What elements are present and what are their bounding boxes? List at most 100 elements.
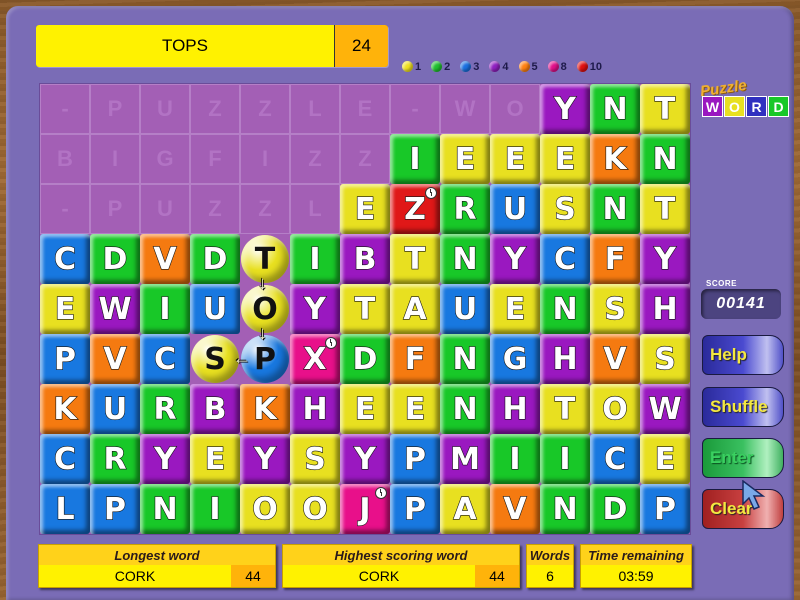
letter-tile[interactable]: S bbox=[640, 334, 690, 384]
letter-tile[interactable]: J bbox=[340, 484, 390, 534]
letter-tile[interactable]: N bbox=[640, 134, 690, 184]
letter-tile[interactable]: U bbox=[90, 384, 140, 434]
letter-tile[interactable]: E bbox=[190, 434, 240, 484]
letter-tile[interactable]: H bbox=[540, 334, 590, 384]
letter-tile[interactable]: I bbox=[540, 434, 590, 484]
longest-word-value: CORK bbox=[114, 568, 156, 584]
letter-tile[interactable]: H bbox=[640, 284, 690, 334]
letter-tile[interactable]: U bbox=[190, 284, 240, 334]
letter-tile[interactable]: E bbox=[340, 184, 390, 234]
letter-tile[interactable]: N bbox=[440, 384, 490, 434]
letter-tile[interactable]: V bbox=[140, 234, 190, 284]
color-dot-icon bbox=[576, 61, 588, 72]
letter-tile[interactable]: N bbox=[590, 84, 640, 134]
letter-tile[interactable]: E bbox=[40, 284, 90, 334]
letter-tile[interactable]: U bbox=[440, 284, 490, 334]
letter-tile[interactable]: R bbox=[140, 384, 190, 434]
letter-tile[interactable]: T bbox=[540, 384, 590, 434]
letter-tile[interactable]: N bbox=[590, 184, 640, 234]
letter-tile[interactable]: R bbox=[440, 184, 490, 234]
letter-tile[interactable]: T bbox=[640, 184, 690, 234]
letter-tile[interactable]: E bbox=[340, 384, 390, 434]
letter-tile[interactable]: K bbox=[240, 384, 290, 434]
letter-tile[interactable]: Y bbox=[140, 434, 190, 484]
letter-tile[interactable]: S bbox=[290, 434, 340, 484]
letter-tile[interactable]: Y bbox=[640, 234, 690, 284]
letter-tile[interactable]: T bbox=[640, 84, 690, 134]
letter-value-legend: 1 2 3 4 5 8 10 bbox=[402, 61, 602, 73]
letter-tile[interactable]: G bbox=[490, 334, 540, 384]
letter-tile[interactable]: O bbox=[240, 484, 290, 534]
letter-tile[interactable]: P bbox=[390, 484, 440, 534]
letter-tile[interactable]: C bbox=[40, 234, 90, 284]
letter-tile[interactable]: E bbox=[540, 134, 590, 184]
letter-tile[interactable]: O bbox=[590, 384, 640, 434]
letter-tile[interactable]: N bbox=[540, 284, 590, 334]
letter-tile[interactable]: V bbox=[490, 484, 540, 534]
letter-tile[interactable]: M bbox=[440, 434, 490, 484]
letter-tile[interactable]: N bbox=[440, 234, 490, 284]
letter-tile[interactable]: I bbox=[140, 284, 190, 334]
letter-tile[interactable]: X bbox=[290, 334, 340, 384]
shuffle-button[interactable]: Shuffle bbox=[702, 387, 784, 427]
letter-tile[interactable]: T bbox=[390, 234, 440, 284]
letter-tile[interactable]: I bbox=[490, 434, 540, 484]
letter-tile[interactable]: Y bbox=[490, 234, 540, 284]
letter-tile[interactable]: H bbox=[290, 384, 340, 434]
letter-tile[interactable]: P bbox=[90, 484, 140, 534]
letter-tile[interactable]: I bbox=[190, 484, 240, 534]
letter-tile[interactable]: V bbox=[90, 334, 140, 384]
letter-tile[interactable]: Y bbox=[340, 434, 390, 484]
letter-tile[interactable]: P bbox=[640, 484, 690, 534]
letter-tile[interactable]: C bbox=[40, 434, 90, 484]
letter-tile[interactable]: P bbox=[390, 434, 440, 484]
letter-tile[interactable]: V bbox=[590, 334, 640, 384]
letter-tile[interactable]: C bbox=[540, 234, 590, 284]
letter-tile[interactable]: Z bbox=[390, 184, 440, 234]
letter-tile[interactable]: E bbox=[640, 434, 690, 484]
letter-tile[interactable]: B bbox=[340, 234, 390, 284]
letter-tile[interactable]: H bbox=[490, 384, 540, 434]
letter-tile[interactable]: D bbox=[90, 234, 140, 284]
letter-tile[interactable]: D bbox=[190, 234, 240, 284]
help-button[interactable]: Help bbox=[702, 335, 784, 375]
ghost-letter: L bbox=[290, 84, 340, 134]
letter-tile[interactable]: E bbox=[490, 284, 540, 334]
ghost-letter: E bbox=[340, 84, 390, 134]
letter-tile[interactable]: W bbox=[90, 284, 140, 334]
letter-tile[interactable]: Y bbox=[540, 84, 590, 134]
letter-tile[interactable]: S bbox=[590, 284, 640, 334]
letter-tile[interactable]: U bbox=[490, 184, 540, 234]
letter-tile[interactable]: Y bbox=[240, 434, 290, 484]
letter-tile[interactable]: N bbox=[540, 484, 590, 534]
letter-tile[interactable]: O bbox=[290, 484, 340, 534]
letter-tile[interactable]: F bbox=[590, 234, 640, 284]
letter-tile[interactable]: E bbox=[440, 134, 490, 184]
letter-tile[interactable]: E bbox=[490, 134, 540, 184]
letter-tile[interactable]: P bbox=[40, 334, 90, 384]
letter-tile[interactable]: C bbox=[590, 434, 640, 484]
letter-tile[interactable]: B bbox=[190, 384, 240, 434]
letter-tile[interactable]: A bbox=[440, 484, 490, 534]
letter-tile[interactable]: R bbox=[90, 434, 140, 484]
letter-tile[interactable]: I bbox=[390, 134, 440, 184]
letter-tile[interactable]: A bbox=[390, 284, 440, 334]
letter-tile[interactable]: K bbox=[590, 134, 640, 184]
letter-tile[interactable]: I bbox=[290, 234, 340, 284]
letter-tile[interactable]: N bbox=[440, 334, 490, 384]
letter-tile[interactable]: K bbox=[40, 384, 90, 434]
letter-tile[interactable]: W bbox=[640, 384, 690, 434]
letter-tile[interactable]: S bbox=[540, 184, 590, 234]
letter-tile[interactable]: Y bbox=[290, 284, 340, 334]
selected-letter-tile[interactable]: S bbox=[191, 335, 239, 383]
letter-tile[interactable]: N bbox=[140, 484, 190, 534]
letter-tile[interactable]: L bbox=[40, 484, 90, 534]
letter-tile[interactable]: C bbox=[140, 334, 190, 384]
enter-button[interactable]: Enter bbox=[702, 438, 784, 478]
letter-tile[interactable]: F bbox=[390, 334, 440, 384]
letter-tile[interactable]: T bbox=[340, 284, 390, 334]
letter-tile[interactable]: E bbox=[390, 384, 440, 434]
longest-word-panel: Longest word CORK 44 bbox=[38, 544, 276, 588]
letter-tile[interactable]: D bbox=[340, 334, 390, 384]
letter-tile[interactable]: D bbox=[590, 484, 640, 534]
